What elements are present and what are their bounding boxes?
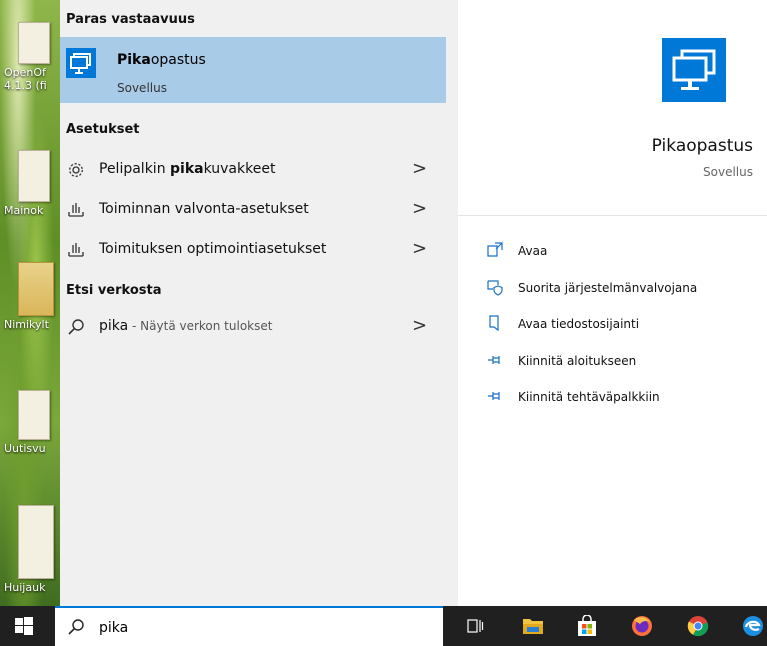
microsoft-store-button[interactable]: [573, 612, 601, 640]
action-pin-to-taskbar[interactable]: Kiinnitä tehtäväpalkkiin: [486, 387, 756, 411]
desktop-icon-uutisvu[interactable]: Uutisvu: [0, 390, 60, 455]
file-explorer-icon: [523, 619, 543, 634]
search-results: Paras vastaavuus Pikaopastus Sovellus As…: [60, 0, 446, 606]
tips-app-icon: [662, 38, 726, 102]
windows-logo-icon: [15, 617, 33, 635]
chevron-right-icon[interactable]: >: [412, 315, 427, 336]
edge-icon: [743, 616, 763, 636]
web-search-item[interactable]: pika - Näytä verkon tulokset >: [60, 307, 446, 347]
web-search-label: pika - Näytä verkon tulokset: [99, 318, 273, 334]
start-button[interactable]: [0, 606, 48, 646]
desktop-icon-label: Mainok: [4, 204, 44, 217]
desktop: OpenOf 4.1.3 (fi Mainok Nimikylt Uutisvu…: [0, 0, 60, 606]
action-open-file-location[interactable]: Avaa tiedostosijainti: [486, 314, 756, 338]
action-label: Avaa: [518, 244, 548, 258]
microsoft-store-icon: [578, 615, 596, 636]
best-match-item[interactable]: Pikaopastus Sovellus: [60, 37, 446, 103]
action-label: Avaa tiedostosijainti: [518, 317, 640, 331]
document-icon: [18, 150, 50, 202]
action-pin-to-start[interactable]: Kiinnitä aloitukseen: [486, 351, 756, 375]
document-icon: [18, 22, 50, 64]
file-explorer-button[interactable]: [519, 612, 547, 640]
details-app-type: Sovellus: [703, 165, 753, 179]
chrome-icon: [687, 616, 709, 637]
settings-item-delivery-optimization[interactable]: Toimituksen optimointiasetukset >: [60, 230, 446, 270]
settings-heading: Asetukset: [66, 122, 140, 137]
document-icon: [18, 505, 54, 579]
desktop-icon-huijauk[interactable]: Huijauk: [0, 505, 60, 594]
action-label: Kiinnitä tehtäväpalkkiin: [518, 390, 660, 404]
settings-item-label: Toimituksen optimointiasetukset: [99, 241, 327, 257]
file-location-icon: [489, 315, 499, 332]
settings-item-activity-monitoring[interactable]: Toiminnan valvonta-asetukset >: [60, 190, 446, 230]
task-view-icon: [467, 619, 484, 633]
tips-app-icon: [66, 48, 96, 78]
task-view-button[interactable]: [461, 612, 489, 640]
details-app-name: Pikaopastus: [651, 136, 753, 156]
gear-icon: [66, 160, 86, 180]
settings-item-game-bar-shortcuts[interactable]: Pelipalkin pikakuvakkeet >: [60, 150, 446, 190]
details-divider: [458, 215, 767, 216]
desktop-icon-mainok[interactable]: Mainok: [0, 150, 60, 217]
chevron-right-icon[interactable]: >: [412, 198, 427, 219]
chevron-right-icon[interactable]: >: [412, 158, 427, 179]
details-pane: Pikaopastus Sovellus Avaa Suorita järjes…: [458, 0, 767, 606]
settings-item-label: Toiminnan valvonta-asetukset: [99, 201, 309, 217]
taskbar-search-box[interactable]: [55, 606, 443, 646]
action-label: Suorita järjestelmänvalvojana: [518, 281, 698, 295]
action-label: Kiinnitä aloitukseen: [518, 354, 637, 368]
action-run-as-admin[interactable]: Suorita järjestelmänvalvojana: [486, 278, 756, 302]
desktop-icon-nimikylt[interactable]: Nimikylt: [0, 262, 60, 331]
taskbar: [0, 606, 767, 646]
best-match-heading: Paras vastaavuus: [66, 12, 195, 27]
best-match-name: Pikaopastus: [117, 52, 206, 68]
search-icon: [68, 619, 84, 635]
chevron-right-icon[interactable]: >: [412, 238, 427, 259]
desktop-icon-label: OpenOf: [4, 66, 46, 79]
firefox-button[interactable]: [628, 612, 656, 640]
tray-chart-icon: [66, 240, 86, 260]
pin-icon: [488, 392, 500, 400]
best-match-type: Sovellus: [117, 81, 167, 95]
edge-button[interactable]: [739, 612, 767, 640]
search-input[interactable]: [97, 616, 431, 640]
desktop-icon-label: Nimikylt: [4, 318, 49, 331]
desktop-icon-label: Huijauk: [4, 581, 46, 594]
desktop-icon-openoffice[interactable]: OpenOf 4.1.3 (fi: [0, 22, 60, 92]
firefox-icon: [632, 616, 652, 636]
open-icon: [487, 242, 503, 257]
desktop-icon-label: Uutisvu: [4, 442, 46, 455]
pin-icon: [488, 356, 500, 364]
tray-chart-icon: [66, 200, 86, 220]
chrome-button[interactable]: [684, 612, 712, 640]
shield-icon: [487, 280, 503, 296]
desktop-icon-label: 4.1.3 (fi: [4, 79, 47, 92]
folder-icon: [18, 262, 54, 316]
action-open[interactable]: Avaa: [486, 241, 756, 265]
search-panel: Paras vastaavuus Pikaopastus Sovellus As…: [60, 0, 767, 606]
search-icon: [66, 317, 86, 337]
web-search-heading: Etsi verkosta: [66, 283, 162, 298]
document-icon: [18, 390, 50, 440]
settings-item-label: Pelipalkin pikakuvakkeet: [99, 161, 276, 177]
